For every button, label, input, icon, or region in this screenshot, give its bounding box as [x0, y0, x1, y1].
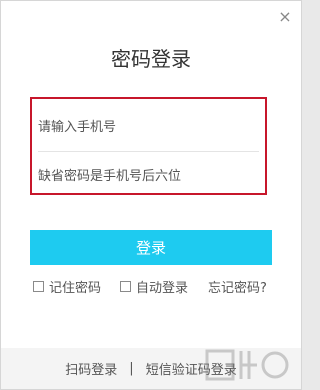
remember-password-option[interactable]: 记住密码 [33, 277, 101, 296]
login-window: × 密码登录 请输入手机号 缺省密码是手机号后六位 登录 记住密码 自动登录 忘… [0, 0, 302, 390]
page-title: 密码登录 [111, 47, 191, 71]
remember-password-checkbox[interactable] [33, 281, 44, 292]
login-button[interactable]: 登录 [30, 230, 272, 265]
close-icon[interactable]: × [277, 9, 293, 25]
credentials-box: 请输入手机号 缺省密码是手机号后六位 [30, 97, 267, 195]
auto-login-option[interactable]: 自动登录 [120, 277, 188, 296]
auto-login-label: 自动登录 [136, 281, 189, 296]
footer-separator: | [129, 361, 134, 376]
scan-login-link[interactable]: 扫码登录 [65, 359, 117, 378]
password-input[interactable]: 缺省密码是手机号后六位 [38, 151, 259, 196]
phone-input[interactable]: 请输入手机号 [38, 107, 259, 143]
remember-password-label: 记住密码 [49, 281, 102, 296]
auto-login-checkbox[interactable] [120, 281, 131, 292]
watermark-logo-icon [205, 349, 289, 381]
login-options: 记住密码 自动登录 忘记密码? [33, 277, 289, 296]
forgot-password-link[interactable]: 忘记密码? [208, 277, 267, 296]
